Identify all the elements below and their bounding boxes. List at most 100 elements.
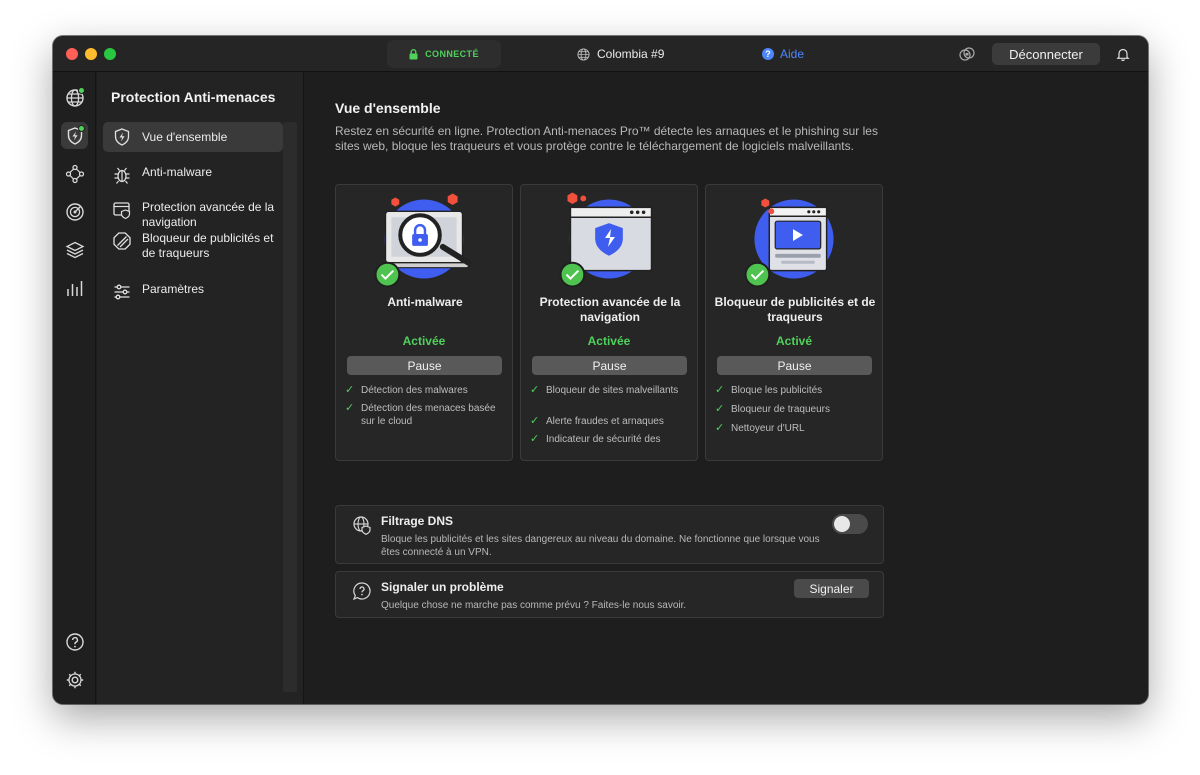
connection-status-label: CONNECTÉ (425, 49, 479, 59)
sliders-icon (114, 284, 130, 300)
check-icon: ✓ (715, 422, 725, 434)
card-ad-blocker: Bloqueur de publicités et de traqueurs A… (705, 184, 883, 461)
globe-icon (577, 47, 590, 61)
sidebar-item-anti-malware[interactable]: Anti-malware (103, 165, 283, 185)
report-button[interactable]: Signaler (794, 579, 869, 598)
feature-label: Bloqueur de sites malveillants (546, 385, 679, 396)
help-circle-icon (65, 632, 84, 651)
magnifier-lock-illustration (374, 193, 472, 288)
feature-label: Nettoyeur d'URL (731, 423, 805, 434)
zoom-window-button[interactable] (104, 48, 116, 60)
feature-item: ✓ Détection des menaces basée sur le clou… (345, 402, 505, 428)
help-icon: ? (762, 48, 774, 60)
card-status: Activée (587, 334, 631, 348)
check-icon: ✓ (715, 384, 725, 396)
pause-button[interactable]: Pause (717, 356, 872, 375)
sidebar-item-label: Anti-malware (142, 165, 213, 179)
minimize-window-button[interactable] (85, 48, 97, 60)
check-icon: ✓ (530, 415, 540, 427)
mesh-network-icon (65, 164, 84, 183)
status-dot (78, 125, 85, 132)
server-location[interactable]: Colombia #9 (577, 45, 664, 63)
bar-chart-icon (66, 280, 82, 296)
sidebar-item-browsing-protection[interactable]: Protection avancée de la navigation (103, 200, 283, 230)
toggle-knob (834, 516, 850, 532)
disconnect-button[interactable]: Déconnecter (992, 43, 1100, 65)
status-dot (78, 87, 85, 94)
rail-threat-protection[interactable] (61, 122, 88, 149)
card-status: Activée (402, 334, 446, 348)
lock-icon (409, 48, 418, 59)
sidebar-item-label: Paramètres (142, 282, 205, 296)
feature-item: ✓ Alerte fraudes et arnaques (530, 415, 690, 428)
main-content: Vue d'ensemble Restez en sécurité en lig… (305, 72, 1148, 704)
card-status: Activé (775, 334, 813, 348)
card-title: Protection avancée de la navigation (539, 295, 681, 324)
report-description: Quelque chose ne marche pas comme prévu … (381, 600, 687, 611)
card-title: Bloqueur de publicités et de traqueurs (714, 295, 876, 324)
card-title: Anti-malware (387, 295, 463, 309)
check-icon: ✓ (715, 403, 725, 415)
bell-icon[interactable] (1116, 47, 1130, 61)
feature-label: Bloque les publicités (731, 385, 823, 396)
browser-shield-icon (113, 202, 131, 220)
pause-button[interactable]: Pause (532, 356, 687, 375)
close-window-button[interactable] (66, 48, 78, 60)
rail-vpn[interactable] (61, 84, 88, 111)
card-browsing-protection: Protection avancée de la navigation Acti… (520, 184, 698, 461)
sidebar-title: Protection Anti-menaces (111, 89, 276, 105)
rail-help[interactable] (61, 628, 88, 655)
dns-description: Bloque les publicités et les sites dange… (381, 534, 820, 558)
check-icon: ✓ (345, 384, 355, 396)
shield-bolt-icon (114, 128, 130, 146)
target-icon (65, 202, 84, 221)
icon-rail (53, 72, 96, 704)
rail-settings[interactable] (61, 666, 88, 693)
globe-shield-icon (353, 516, 371, 535)
bug-icon (114, 167, 130, 184)
feature-item: ✓ Bloque les publicités (715, 384, 875, 397)
help-label: Aide (780, 47, 805, 61)
gear-icon (66, 671, 83, 688)
help-link[interactable]: ? Aide (762, 45, 804, 63)
title-bar: CONNECTÉ Colombia #9 ? Aide Déconnecter (53, 36, 1148, 72)
rail-layers[interactable] (61, 236, 88, 263)
check-icon: ✓ (345, 402, 355, 414)
report-problem-panel: Signaler un problème Quelque chose ne ma… (335, 571, 884, 618)
card-anti-malware: Anti-malware Activée Pause ✓ Détection de… (335, 184, 513, 461)
split-tunnel-icon[interactable] (959, 46, 975, 62)
feature-item: ✓ Bloqueur de traqueurs (715, 403, 875, 416)
feature-label: Indicateur de sécurité des (546, 434, 661, 445)
check-icon: ✓ (530, 384, 540, 396)
rail-dark-web-monitor[interactable] (61, 198, 88, 225)
section-sidebar: Protection Anti-menaces Vue d'ensemble A… (97, 72, 304, 704)
feature-item: ✓ Bloqueur de sites malveillants (530, 384, 690, 397)
server-location-label: Colombia #9 (597, 47, 665, 61)
pause-button[interactable]: Pause (347, 356, 502, 375)
feature-label: Alerte fraudes et arnaques (546, 416, 664, 427)
sidebar-scrollbar[interactable] (283, 122, 297, 692)
rail-meshnet[interactable] (61, 160, 88, 187)
feature-item: ✓ Indicateur de sécurité des (530, 433, 690, 446)
feature-item: ✓ Nettoyeur d'URL (715, 422, 875, 435)
sidebar-item-ad-blocker[interactable]: Bloqueur de publicités et de traqueurs (103, 231, 283, 266)
page-description: Restez en sécurité en ligne. Protection … (335, 124, 878, 153)
sidebar-item-settings[interactable]: Paramètres (103, 282, 283, 302)
check-icon: ✓ (530, 433, 540, 445)
sidebar-item-label: Bloqueur de publicités et de traqueurs (142, 231, 274, 260)
video-ad-illustration (744, 198, 834, 288)
dns-title: Filtrage DNS (381, 514, 454, 528)
block-icon (113, 232, 131, 250)
chat-question-icon (352, 582, 371, 601)
page-title: Vue d'ensemble (335, 100, 441, 116)
sidebar-item-label: Protection avancée de la navigation (142, 200, 275, 229)
dns-toggle[interactable] (832, 514, 868, 534)
connection-status: CONNECTÉ (387, 40, 501, 68)
feature-item: ✓ Détection des malwares (345, 384, 505, 397)
app-window: CONNECTÉ Colombia #9 ? Aide Déconnecter (53, 36, 1148, 704)
report-title: Signaler un problème (381, 580, 504, 594)
sidebar-item-overview[interactable]: Vue d'ensemble (103, 122, 283, 152)
feature-label: Détection des malwares (361, 385, 468, 396)
browser-shield-illustration (559, 192, 653, 288)
rail-statistics[interactable] (61, 274, 88, 301)
